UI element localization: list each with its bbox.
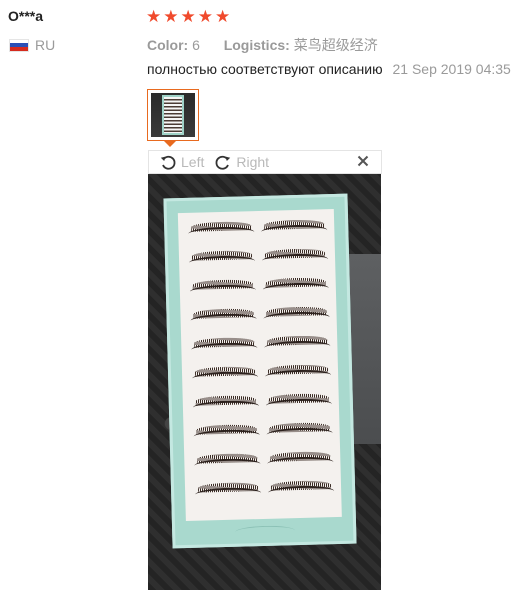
rotate-right-button[interactable]: Right xyxy=(214,153,269,171)
rotate-right-icon xyxy=(214,153,232,171)
eyelash-tray xyxy=(163,193,357,549)
review-feedback: полностью соответствуют описанию 21 Sep … xyxy=(147,61,511,77)
star-icon: ★ xyxy=(163,7,179,26)
thumbnail-pointer-icon xyxy=(163,140,177,147)
close-icon xyxy=(357,154,369,170)
thumbnail-image xyxy=(151,93,195,137)
feedback-text: полностью соответствуют описанию xyxy=(147,61,383,77)
eyelash-strip xyxy=(194,453,261,474)
photo-viewer-toolbar: Left Right xyxy=(148,150,382,174)
eyelash-strip xyxy=(264,335,331,356)
eyelash-strip xyxy=(192,366,259,387)
review-date: 21 Sep 2019 04:35 xyxy=(392,61,511,77)
reviewer-name: O***a xyxy=(8,8,44,24)
review-photo-thumbnail[interactable] xyxy=(147,89,199,141)
color-value: 6 xyxy=(192,37,200,53)
eyelash-strip xyxy=(261,248,329,269)
eyelash-strip xyxy=(188,221,255,242)
rotate-right-label: Right xyxy=(236,154,270,170)
eyelash-strip xyxy=(261,219,328,240)
eyelash-strip xyxy=(190,308,257,329)
eyelash-strip xyxy=(268,480,335,501)
star-icon: ★ xyxy=(180,7,196,26)
color-label: Color: xyxy=(147,37,189,53)
russia-flag-icon xyxy=(9,38,29,52)
star-icon: ★ xyxy=(146,7,162,26)
logistics-value: 菜鸟超级经济 xyxy=(293,37,378,53)
star-rating: ★ ★ ★ ★ ★ xyxy=(146,6,230,28)
star-icon: ★ xyxy=(215,7,231,26)
eyelash-strip xyxy=(191,337,258,358)
review-photo-large xyxy=(148,174,381,590)
eyelash-strip xyxy=(266,422,333,443)
eyelash-strip xyxy=(262,277,330,298)
rotate-left-button[interactable]: Left xyxy=(159,153,204,171)
eyelash-strip xyxy=(189,279,257,300)
eyelash-strip xyxy=(195,482,262,503)
eyelash-strip xyxy=(263,306,330,327)
eyelash-strip xyxy=(265,393,333,414)
close-viewer-button[interactable] xyxy=(357,154,369,170)
eyelash-strip xyxy=(188,250,256,271)
country-code: RU xyxy=(35,37,56,53)
eyelash-strip xyxy=(193,424,260,445)
star-icon: ★ xyxy=(197,7,213,26)
eyelash-strip xyxy=(267,451,334,472)
rotate-left-label: Left xyxy=(181,154,205,170)
rotate-left-icon xyxy=(159,153,177,171)
eyelash-strip xyxy=(192,395,260,416)
eyelash-strip xyxy=(264,364,332,385)
order-attributes: Color: 6 Logistics: 菜鸟超级经济 xyxy=(147,35,378,55)
reviewer-country: RU xyxy=(9,37,55,53)
logistics-label: Logistics: xyxy=(223,37,290,53)
